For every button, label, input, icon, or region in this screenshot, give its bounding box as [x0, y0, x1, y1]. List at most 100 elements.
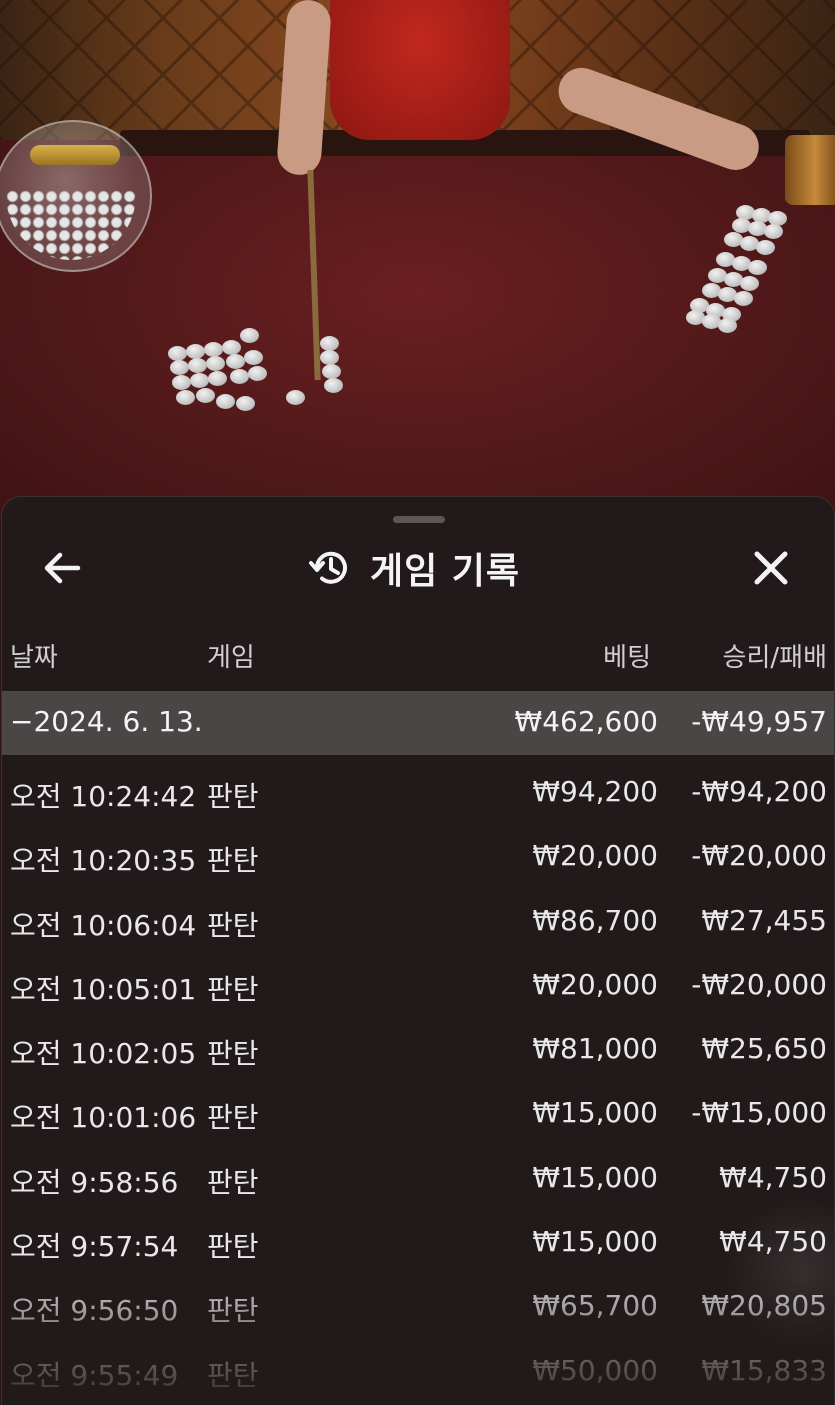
- bead: [236, 396, 255, 411]
- row-game: 판탄: [207, 1037, 259, 1071]
- sheet-drag-handle[interactable]: [393, 516, 445, 523]
- date-group-row[interactable]: −2024. 6. 13. ₩462,600 -₩49,957: [2, 691, 834, 755]
- bead: [240, 328, 259, 343]
- row-bet: ₩81,000: [532, 1032, 658, 1066]
- row-time: 오전 10:02:05: [10, 1037, 197, 1071]
- bead: [764, 224, 783, 239]
- history-row[interactable]: 오전 9:55:49 판탄 ₩50,000 ₩15,833: [2, 1338, 834, 1402]
- row-game: 판탄: [207, 1358, 259, 1392]
- bead: [208, 371, 227, 386]
- row-win-loss: ₩4,750: [719, 1160, 827, 1194]
- row-game: 판탄: [207, 972, 259, 1006]
- row-bet: ₩94,200: [532, 775, 658, 808]
- collapse-toggle[interactable]: −: [10, 705, 33, 738]
- back-button[interactable]: [38, 543, 88, 593]
- column-header-date: 날짜: [10, 643, 58, 673]
- bead: [734, 291, 753, 306]
- row-win-loss: -₩20,000: [691, 967, 827, 1001]
- bead: [286, 390, 305, 405]
- row-time: 오전 9:56:50: [10, 1294, 179, 1328]
- history-row[interactable]: 오전 9:57:54 판탄 ₩15,000 ₩4,750: [2, 1209, 834, 1273]
- bead: [176, 390, 195, 405]
- game-history-sheet: 게임 기록 날짜 게임 베팅 승리/패배 −2024. 6. 13. ₩462,…: [1, 496, 835, 1405]
- history-list: 오전 10:24:42 판탄 ₩94,200 -₩94,200 오전 10:20:35 판…: [2, 759, 834, 1402]
- bead: [196, 388, 215, 403]
- bead: [244, 350, 263, 365]
- bead: [248, 366, 267, 381]
- bead: [206, 356, 225, 371]
- bead: [222, 340, 241, 355]
- row-game: 판탄: [207, 1165, 259, 1199]
- column-header-win-loss: 승리/패배: [722, 643, 827, 673]
- row-time: 오전 10:05:01: [10, 972, 197, 1006]
- row-bet: ₩86,700: [532, 903, 658, 937]
- row-bet: ₩15,000: [532, 1096, 658, 1130]
- bead: [190, 373, 209, 388]
- bowl-handle: [30, 145, 120, 165]
- row-time: 오전 10:24:42: [10, 780, 197, 813]
- row-time: 오전 9:58:56: [10, 1165, 179, 1199]
- arrow-left-icon: [44, 552, 81, 584]
- bead: [748, 260, 767, 275]
- bead: [320, 350, 339, 365]
- sheet-title-group: 게임 기록: [308, 541, 520, 595]
- close-button[interactable]: [746, 543, 796, 593]
- row-win-loss: -₩15,000: [691, 1096, 827, 1130]
- row-win-loss: ₩15,833: [701, 1353, 827, 1387]
- history-row[interactable]: 오전 9:56:50 판탄 ₩65,700 ₩20,805: [2, 1273, 834, 1337]
- row-game: 판탄: [207, 780, 259, 813]
- history-row[interactable]: 오전 10:05:01 판탄 ₩20,000 -₩20,000: [2, 952, 834, 1016]
- dealer: [330, 0, 510, 140]
- history-row[interactable]: 오전 10:20:35 판탄 ₩20,000 -₩20,000: [2, 823, 834, 887]
- row-game: 판탄: [207, 908, 259, 942]
- row-time: 오전 10:20:35: [10, 844, 197, 878]
- row-win-loss: ₩27,455: [701, 903, 827, 937]
- column-header-game: 게임: [207, 643, 255, 673]
- bead: [230, 369, 249, 384]
- row-win-loss: ₩4,750: [719, 1225, 827, 1259]
- date-group-label: −2024. 6. 13.: [10, 705, 203, 738]
- bead: [216, 394, 235, 409]
- date-group-bet-total: ₩462,600: [514, 705, 658, 738]
- live-video-background: [0, 0, 835, 520]
- bead: [718, 318, 737, 333]
- history-row[interactable]: 오전 10:01:06 판탄 ₩15,000 -₩15,000: [2, 1080, 834, 1144]
- bead: [322, 364, 341, 379]
- row-bet: ₩15,000: [532, 1225, 658, 1259]
- history-row[interactable]: 오전 10:02:05 판탄 ₩81,000 ₩25,650: [2, 1016, 834, 1080]
- row-win-loss: ₩25,650: [701, 1032, 827, 1066]
- sheet-header: 게임 기록: [2, 533, 834, 603]
- row-game: 판탄: [207, 1101, 259, 1135]
- history-row[interactable]: 오전 10:06:04 판탄 ₩86,700 ₩27,455: [2, 888, 834, 952]
- history-row[interactable]: 오전 9:58:56 판탄 ₩15,000 ₩4,750: [2, 1145, 834, 1209]
- bead: [204, 342, 223, 357]
- date-group-date: 2024. 6. 13.: [33, 705, 203, 738]
- row-win-loss: -₩20,000: [691, 839, 827, 873]
- row-game: 판탄: [207, 1294, 259, 1328]
- history-clock-icon: [309, 551, 347, 584]
- row-bet: ₩50,000: [532, 1353, 658, 1387]
- brass-pot: [785, 135, 835, 205]
- row-bet: ₩20,000: [532, 839, 658, 873]
- bead: [172, 375, 191, 390]
- history-row[interactable]: 오전 10:24:42 판탄 ₩94,200 -₩94,200: [2, 759, 834, 823]
- close-icon: [754, 551, 788, 585]
- row-bet: ₩65,700: [532, 1289, 658, 1323]
- bead: [226, 354, 245, 369]
- bead: [188, 358, 207, 373]
- bead: [170, 360, 189, 375]
- row-time: 오전 9:57:54: [10, 1230, 179, 1264]
- bead: [740, 276, 759, 291]
- sheet-title: 게임 기록: [370, 551, 521, 592]
- row-time: 오전 9:55:49: [10, 1358, 179, 1392]
- row-game: 판탄: [207, 1230, 259, 1264]
- date-group-win-loss-total: -₩49,957: [691, 705, 827, 738]
- bead: [756, 240, 775, 255]
- row-time: 오전 10:01:06: [10, 1101, 197, 1135]
- bead: [320, 336, 339, 351]
- row-win-loss: -₩94,200: [691, 775, 827, 808]
- column-header-bet: 베팅: [603, 643, 651, 673]
- bead: [186, 344, 205, 359]
- bead: [324, 378, 343, 393]
- row-bet: ₩20,000: [532, 967, 658, 1001]
